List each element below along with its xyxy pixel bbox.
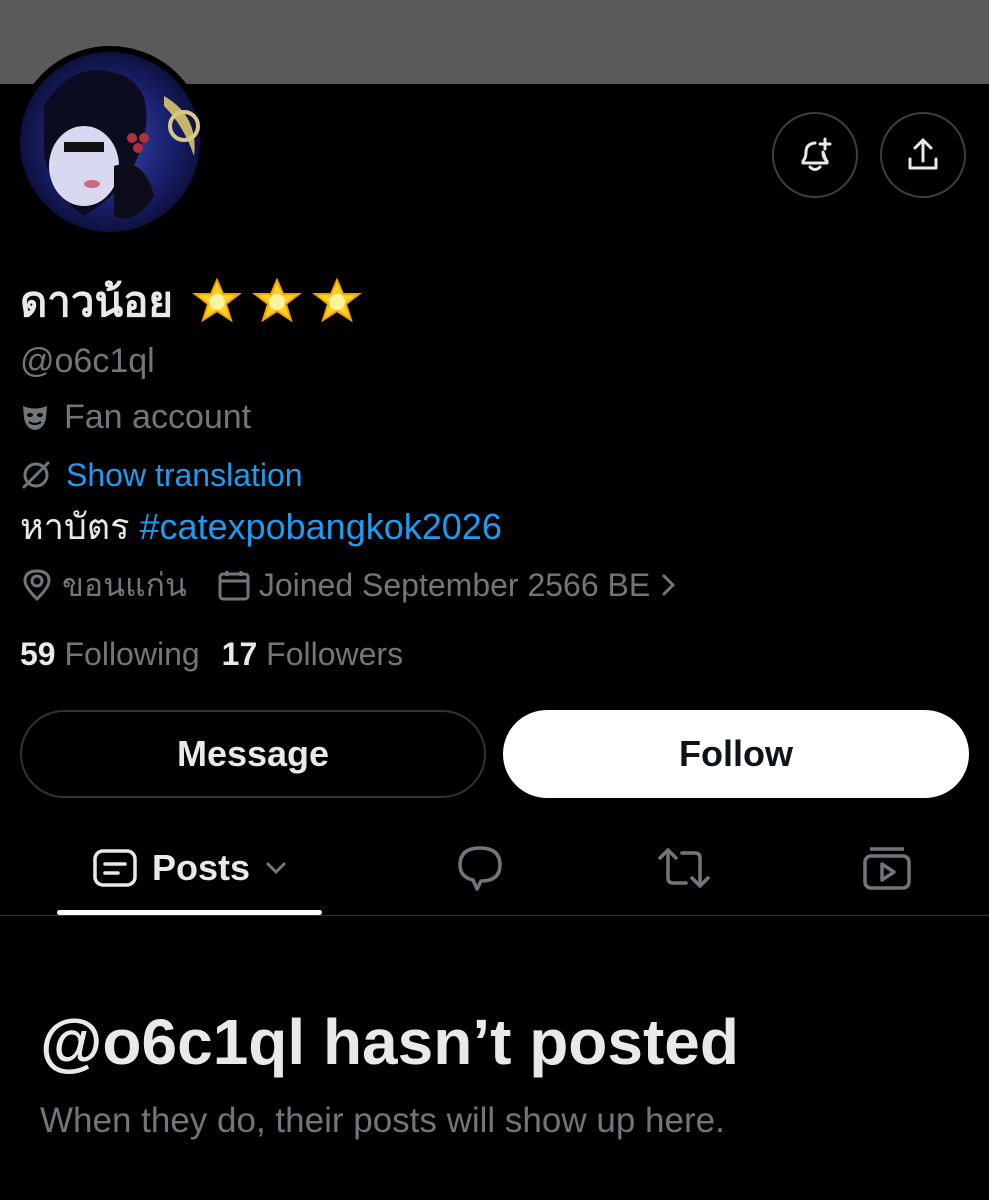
followers-stat[interactable]: 17 Followers <box>222 631 403 677</box>
tab-posts[interactable]: Posts <box>58 820 322 915</box>
empty-state-subtitle: When they do, their posts will show up h… <box>40 1101 725 1140</box>
replies-icon <box>458 845 502 891</box>
share-icon <box>908 138 938 170</box>
bio-text: หาบัตร <box>20 506 130 547</box>
notify-button[interactable] <box>772 112 858 198</box>
profile-bio: หาบัตร #catexpobangkok2026 <box>20 504 502 550</box>
posts-icon <box>93 848 137 887</box>
calendar-icon <box>218 571 250 601</box>
tab-media[interactable] <box>862 820 912 915</box>
star-emoji-icon <box>252 277 302 323</box>
display-name-text: ดาวน้อย <box>20 278 173 325</box>
profile-tabs: Posts <box>0 820 989 916</box>
following-count: 59 <box>20 636 56 672</box>
reposts-icon <box>658 847 710 888</box>
star-emoji-icon <box>312 277 362 323</box>
tab-posts-label: Posts <box>151 846 251 888</box>
share-button[interactable] <box>880 112 966 198</box>
tab-reposts[interactable] <box>656 820 712 915</box>
empty-state-title: @o6c1ql hasn’t posted <box>40 1006 739 1078</box>
tab-replies[interactable] <box>455 820 505 915</box>
followers-count: 17 <box>221 636 258 672</box>
profile-stats: 59 Following 17 Followers <box>20 631 403 677</box>
follow-button-label: Follow <box>679 733 793 774</box>
following-stat[interactable]: 59 Following <box>20 631 200 677</box>
show-translation[interactable]: Show translation <box>20 452 303 498</box>
profile-category: Fan account <box>20 394 251 440</box>
star-emoji-icon <box>192 277 242 323</box>
location-text: ขอนแก่น <box>62 567 187 603</box>
bell-plus-icon <box>801 137 832 171</box>
following-label: Following <box>64 636 200 672</box>
bio-hashtag-link[interactable]: #catexpobangkok2026 <box>140 506 502 547</box>
profile-display-name: ดาวน้อย <box>20 272 363 332</box>
chevron-right-icon <box>662 574 676 596</box>
profile-meta: ขอนแก่น Joined September 2566 BE <box>20 562 710 608</box>
category-text: Fan account <box>64 398 252 436</box>
follow-button[interactable]: Follow <box>503 710 969 798</box>
mask-icon <box>23 406 47 430</box>
media-icon <box>863 846 911 890</box>
joined-item[interactable]: Joined September 2566 BE <box>217 562 680 608</box>
profile-handle: @o6c1ql <box>20 342 155 380</box>
show-translation-link[interactable]: Show translation <box>66 452 303 498</box>
profile-avatar[interactable] <box>14 46 206 238</box>
translate-icon <box>22 461 50 489</box>
active-tab-indicator <box>57 910 322 915</box>
followers-label: Followers <box>266 636 404 672</box>
message-button[interactable]: Message <box>20 710 486 798</box>
location-pin-icon <box>23 569 51 602</box>
message-button-label: Message <box>176 733 330 774</box>
chevron-down-icon <box>266 862 286 874</box>
joined-text: Joined September 2566 BE <box>258 567 651 603</box>
